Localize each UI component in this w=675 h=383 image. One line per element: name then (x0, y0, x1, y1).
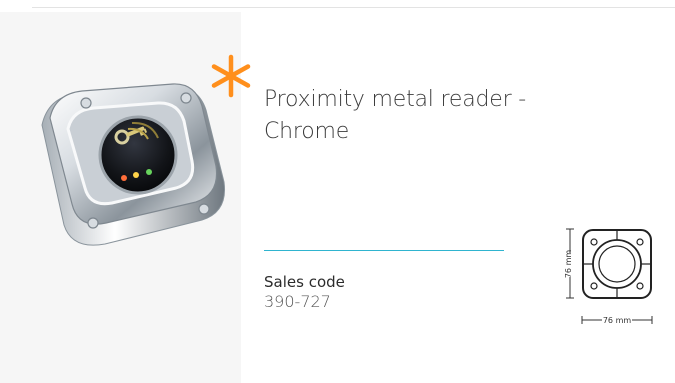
dimension-drawing: 76 mm 76 mm (564, 228, 653, 326)
sales-code-value: 390-727 (264, 292, 331, 311)
product-card: Proximity metal reader - Chrome Sales co… (0, 0, 675, 383)
top-divider (32, 7, 675, 8)
asterisk-icon (211, 54, 251, 98)
width-dimension-label: 76 mm (603, 316, 632, 325)
title-divider (264, 250, 504, 251)
proximity-reader-image (41, 83, 226, 246)
height-dimension-label: 76 mm (564, 250, 573, 279)
product-title: Proximity metal reader - Chrome (264, 87, 526, 144)
sales-code-label: Sales code (264, 273, 345, 291)
